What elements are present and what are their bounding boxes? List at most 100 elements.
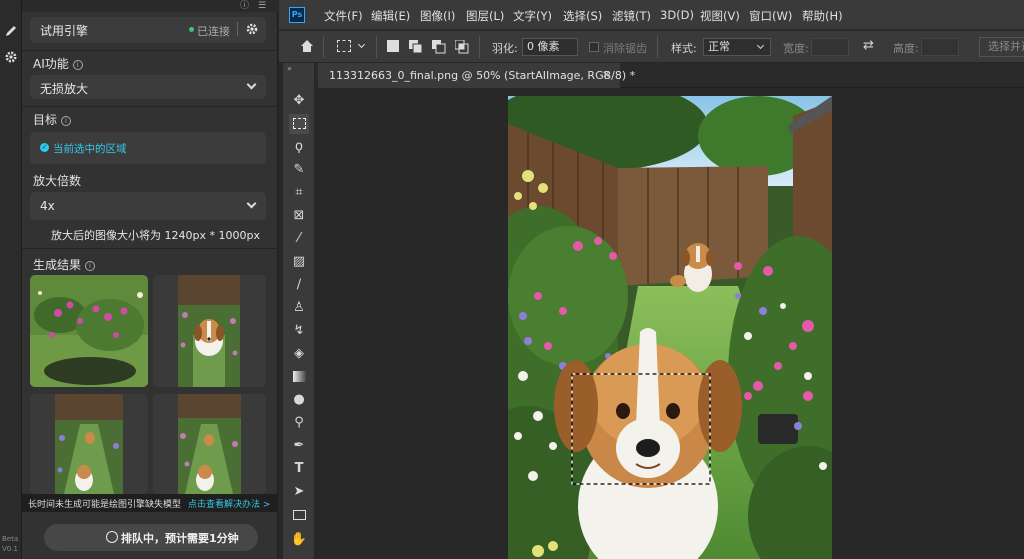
pen-icon[interactable] [2,24,20,42]
garden-path-image [153,394,266,494]
canvas-area[interactable] [316,89,1024,559]
brush-tool-icon[interactable]: ∕ [289,275,309,295]
divider [22,106,278,107]
chevron-down-icon [246,198,257,209]
style-value: 正常 [708,40,730,53]
move-tool-icon[interactable]: ✥ [289,91,309,111]
crop-tool-icon[interactable]: ⌗ [289,183,309,203]
options-bar: 羽化: 0 像素 消除锯齿 样式: 正常 宽度: ⇄ 高度: 选择并遮 [279,31,1024,63]
menu-view[interactable]: 视图(V) [700,8,740,24]
divider [22,50,278,51]
chevron-down-icon[interactable] [357,40,366,49]
menu-select[interactable]: 选择(S) [563,8,602,24]
target-label: 目标 i [33,111,72,128]
menu-image[interactable]: 图像(I) [420,8,455,24]
document-tab-title: 113312663_0_final.png @ 50% (StartAIImag… [329,69,636,82]
healing-brush-tool-icon[interactable]: ▨ [289,252,309,272]
menu-3d[interactable]: 3D(D) [660,8,694,22]
engine-selector[interactable]: 试用引擎 已连接 [30,17,266,43]
document-tab[interactable]: 113312663_0_final.png @ 50% (StartAIImag… [318,63,635,88]
hand-tool-icon[interactable]: ✋ [289,530,309,550]
chevron-down-icon [756,41,765,50]
info-icon: i [61,116,72,126]
gradient-tool-icon[interactable] [289,367,309,387]
document-image [508,96,832,559]
menu-file[interactable]: 文件(F) [324,8,363,24]
antialias-checkbox[interactable] [589,42,599,52]
eraser-tool-icon[interactable]: ◈ [289,344,309,364]
lasso-tool-icon[interactable]: ϙ [289,137,309,157]
width-input[interactable] [811,38,849,56]
path-select-tool-icon[interactable]: ➤ [289,482,309,502]
connection-status: 已连接 [197,25,230,38]
frame-tool-icon[interactable]: ⊠ [289,206,309,226]
type-tool-icon[interactable]: T [289,459,309,479]
stamp-tool-icon[interactable]: ♙ [289,298,309,318]
blur-tool-icon[interactable]: ● [289,390,309,410]
add-selection-icon[interactable] [409,39,423,58]
queue-button-label: 排队中，预计需要1分钟 [121,532,239,545]
collapse-icon[interactable]: » [287,64,292,73]
divider [376,36,377,58]
rectangle-tool-icon[interactable] [289,505,309,525]
panel-titlebar: ⓘ ☰ [22,0,278,12]
menu-help[interactable]: 帮助(H) [802,8,843,24]
result-thumbnail-4[interactable] [153,394,266,494]
target-box[interactable]: ✓ 当前选中的区域 [30,132,266,164]
menu-window[interactable]: 窗口(W) [749,8,792,24]
menu-filter[interactable]: 滤镜(T) [612,8,651,24]
style-label: 样式: [671,42,697,55]
marquee-preset-icon[interactable] [337,40,351,52]
marquee-tool-icon[interactable] [289,114,309,134]
info-icon[interactable]: ⓘ [240,0,249,12]
menu-type[interactable]: 文字(Y) [513,8,552,24]
scale-select[interactable]: 4x [30,192,266,220]
scale-note: 放大后的图像大小将为 1240px * 1000px [51,229,260,242]
height-input[interactable] [921,38,959,56]
menu-layer[interactable]: 图层(L) [466,8,504,24]
panel-menu-icon[interactable]: ☰ [258,0,266,12]
menu-edit[interactable]: 编辑(E) [371,8,410,24]
subtract-selection-icon[interactable] [432,39,446,58]
ai-feature-value: 无损放大 [40,82,89,96]
result-thumbnail-3[interactable] [30,394,148,494]
target-value: 当前选中的区域 [53,143,127,155]
document-tabbar: 113312663_0_final.png @ 50% (StartAIImag… [316,63,1024,88]
pen-tool-icon[interactable]: ✒ [289,436,309,456]
ps-logo-icon: Ps [289,7,305,23]
beta-label: Beta [2,535,19,543]
home-icon[interactable] [299,38,315,58]
dodge-tool-icon[interactable]: ⚲ [289,413,309,433]
ai-feature-select[interactable]: 无损放大 [30,75,266,99]
engine-name: 试用引擎 [40,24,89,38]
divider [323,36,324,58]
result-thumbnail-1[interactable] [30,275,148,387]
select-and-mask-button[interactable]: 选择并遮 [979,37,1024,57]
warning-link[interactable]: 点击查看解决办法 > [188,497,270,510]
queue-button[interactable]: 排队中，预计需要1分钟 [44,524,258,551]
intersect-selection-icon[interactable] [454,39,469,58]
version-label: V0.1 [2,545,18,553]
history-brush-tool-icon[interactable]: ↯ [289,321,309,341]
puppy-garden-artwork [508,96,832,559]
new-selection-icon[interactable] [387,40,399,52]
close-icon[interactable]: ✕ [602,63,610,88]
gear-icon[interactable] [2,50,20,68]
plugin-panel: ⓘ ☰ 试用引擎 已连接 AI功能 i 无损放大 目标 i ✓ 当前选中的区域 放大… [22,0,278,559]
refresh-engine-icon[interactable] [244,21,260,41]
swap-icon[interactable]: ⇄ [863,38,874,53]
check-circle-icon: ✓ [40,143,49,152]
quick-select-tool-icon[interactable]: ✎ [289,160,309,180]
eyedropper-tool-icon[interactable]: ⁄ [289,229,309,249]
style-select[interactable]: 正常 [703,38,771,56]
feather-input[interactable]: 0 像素 [522,38,578,56]
divider [237,22,238,36]
toolbox: » ✥ ϙ ✎ ⌗ ⊠ ⁄ ▨ ∕ ♙ ↯ ◈ ● ⚲ ✒ T ➤ ✋ [283,63,315,559]
loading-icon [106,531,118,543]
divider [479,36,480,58]
results-label: 生成结果 i [33,256,96,273]
info-icon: i [72,60,83,70]
connection-dot-icon [189,27,194,32]
result-thumbnail-2[interactable] [153,275,266,387]
divider [22,248,278,249]
